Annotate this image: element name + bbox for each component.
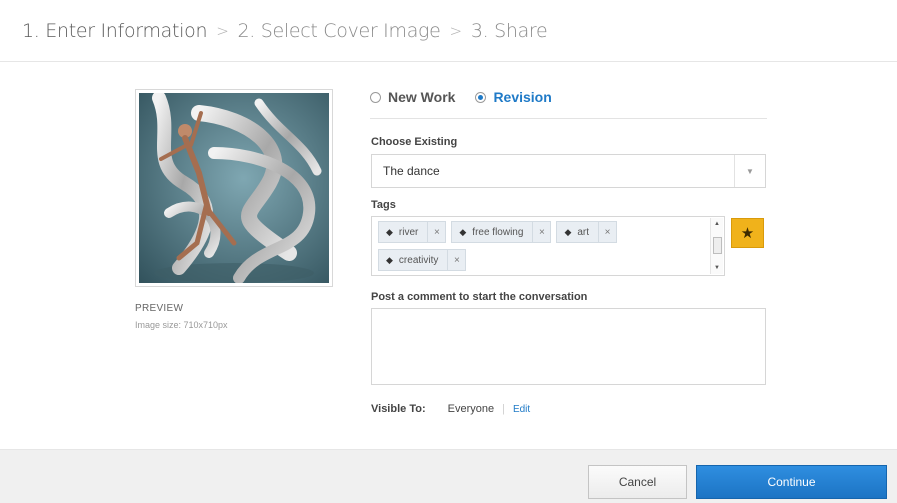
remove-tag-icon[interactable]: × xyxy=(532,222,550,242)
comment-textarea[interactable] xyxy=(371,308,766,385)
tag-icon: ◆ xyxy=(386,254,393,265)
tag-icon: ◆ xyxy=(564,226,572,237)
scrollbar-thumb[interactable] xyxy=(713,237,722,254)
tag-row: ◆ river × ◆ free flowing × ◆ art × xyxy=(378,221,706,245)
tags-input[interactable]: ◆ river × ◆ free flowing × ◆ art × ◆ cre… xyxy=(371,216,725,276)
preview-image-frame xyxy=(135,89,333,287)
edit-visibility-link[interactable]: Edit xyxy=(513,404,530,415)
new-work-label: New Work xyxy=(388,89,456,105)
star-icon[interactable]: ★ xyxy=(731,218,764,248)
tag-text: free flowing xyxy=(472,226,524,238)
comment-label: Post a comment to start the conversation xyxy=(371,291,588,303)
tag-row: ◆ creativity × xyxy=(378,249,706,273)
preview-label: PREVIEW xyxy=(135,303,184,314)
tag-icon: ◆ xyxy=(386,226,393,237)
wizard-step-share: 3. Share xyxy=(470,19,548,42)
wizard-separator: > xyxy=(449,21,463,40)
chevron-down-icon[interactable]: ▼ xyxy=(734,155,765,187)
scroll-up-icon[interactable]: ▲ xyxy=(711,219,723,229)
wizard-separator: > xyxy=(216,21,229,40)
choose-existing-select[interactable]: The dance ▼ xyxy=(371,154,766,188)
radio-circle-icon xyxy=(370,91,381,103)
work-type-radio-group: New Work Revision xyxy=(370,89,767,119)
remove-tag-icon[interactable]: × xyxy=(427,222,445,242)
cancel-button[interactable]: Cancel xyxy=(588,465,687,499)
preview-image xyxy=(139,93,329,283)
tags-label: Tags xyxy=(371,199,396,211)
tag-text: river xyxy=(398,226,419,238)
visibility-row: Visible To: Everyone | Edit xyxy=(371,403,530,415)
wizard-step-select-cover-image: 2. Select Cover Image xyxy=(237,19,441,42)
choose-existing-value: The dance xyxy=(383,164,440,178)
revision-label: Revision xyxy=(493,89,552,105)
tag-chip: ◆ art × xyxy=(556,221,618,243)
continue-button[interactable]: Continue xyxy=(696,465,887,499)
tag-text: art xyxy=(577,226,590,238)
tags-scrollbar[interactable]: ▲ ▼ xyxy=(710,218,723,274)
tag-chip: ◆ river × xyxy=(378,221,447,243)
tag-text: creativity xyxy=(398,254,439,266)
visibility-value: Everyone xyxy=(447,403,495,415)
revision-radio[interactable]: Revision xyxy=(475,89,552,105)
wizard-step-enter-information: 1. Enter Information xyxy=(22,19,208,42)
remove-tag-icon[interactable]: × xyxy=(598,222,616,242)
new-work-radio[interactable]: New Work xyxy=(370,89,455,105)
remove-tag-icon[interactable]: × xyxy=(447,250,465,270)
visible-to-label: Visible To: xyxy=(371,403,426,415)
scroll-down-icon[interactable]: ▼ xyxy=(711,263,723,273)
wizard-steps: 1. Enter Information > 2. Select Cover I… xyxy=(0,0,897,62)
radio-selected-icon xyxy=(475,91,487,103)
dialog-footer: Cancel Continue xyxy=(0,449,897,503)
image-size-text: Image size: 710x710px xyxy=(135,320,228,330)
choose-existing-label: Choose Existing xyxy=(371,136,458,148)
tag-chip: ◆ creativity × xyxy=(378,249,467,271)
upload-dialog: 1. Enter Information > 2. Select Cover I… xyxy=(0,0,897,503)
tag-icon: ◆ xyxy=(459,226,467,237)
tag-chip: ◆ free flowing × xyxy=(451,221,552,243)
divider: | xyxy=(502,403,505,415)
